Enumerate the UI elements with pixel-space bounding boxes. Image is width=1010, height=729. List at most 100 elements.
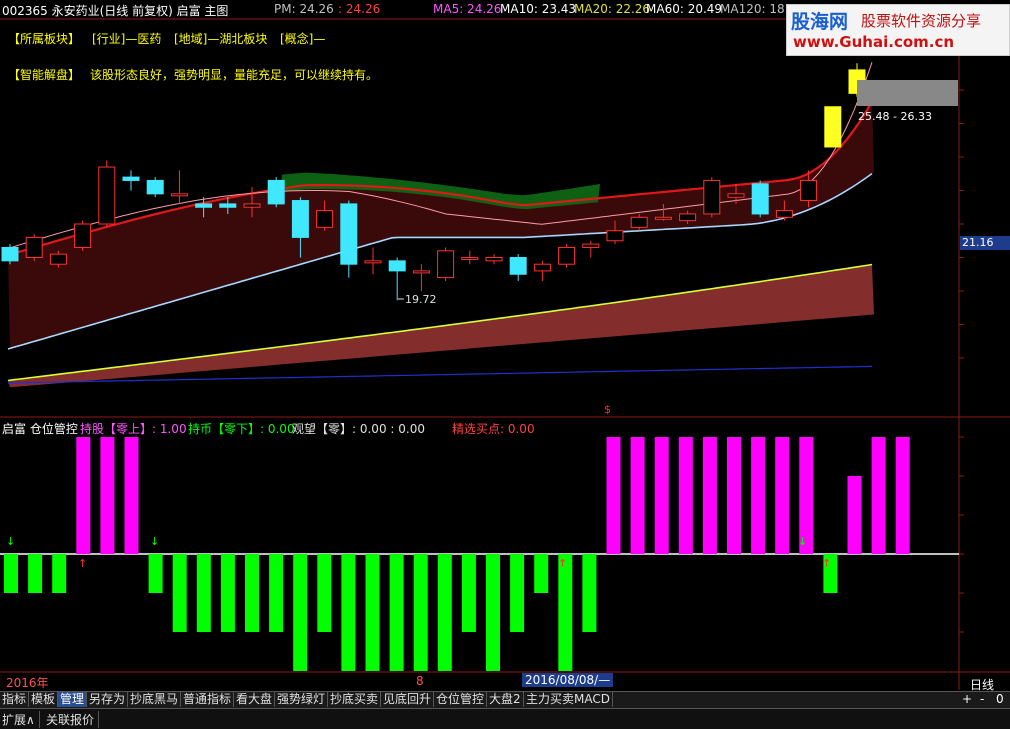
- indicator-bar: [461, 554, 476, 632]
- indicator-bar: [510, 554, 525, 632]
- indicator-bar: [317, 554, 332, 632]
- indicator-tab[interactable]: 抄底买卖: [328, 692, 382, 707]
- indicator-bar: [534, 554, 549, 593]
- candle-body: [412, 270, 430, 274]
- logo-brand: 股海网: [791, 11, 849, 33]
- indicator-tab[interactable]: 另存为: [87, 692, 129, 707]
- buy-point-label: 精选买点: 0.00: [452, 422, 535, 436]
- indicator-bar: [52, 554, 67, 593]
- candle-body: [582, 243, 600, 248]
- extension-bar: 扩展∧ 关联报价: [0, 708, 1010, 729]
- indicator-bar: [245, 554, 259, 632]
- indicator-tab[interactable]: 大盘2: [487, 692, 524, 707]
- indicator-tab[interactable]: 主力买卖MACD: [524, 692, 613, 707]
- candle-body: [437, 250, 455, 279]
- indicator-bar: [630, 437, 645, 554]
- candle-body: [679, 213, 697, 222]
- sector-label: 【所属板块】: [8, 32, 81, 46]
- concept-label[interactable]: [概念]—: [280, 30, 325, 47]
- indicator-bar: [124, 437, 139, 554]
- indicator-tab[interactable]: 管理: [58, 692, 88, 707]
- candle-body: [219, 203, 237, 208]
- low-price-label: 19.72: [405, 293, 437, 306]
- stock-title: 002365 永安药业(日线 前复权) 启富 主图: [2, 4, 229, 18]
- logo-slogan: 股票软件资源分享: [861, 12, 982, 30]
- coin-label: 持币【零下】: 0.00: [188, 422, 295, 436]
- timeline-date-cursor: 2016/08/08/—: [522, 673, 614, 687]
- candle-body: [654, 216, 672, 220]
- indicator-bar: [100, 437, 115, 554]
- b-signal-arrow-icon: ↑: [822, 557, 832, 570]
- indicator-bar: [582, 554, 597, 632]
- indicator-bar: [678, 437, 693, 554]
- pm-value: : 24.26: [338, 2, 381, 16]
- indicator-bar: [751, 437, 766, 554]
- zero-button[interactable]: 0: [996, 692, 1004, 706]
- candle-body: [1, 246, 19, 262]
- timeline-month: 8: [416, 674, 424, 688]
- candle-body: [703, 179, 721, 215]
- candle-body: [461, 257, 479, 260]
- tab-extend[interactable]: 扩展∧: [2, 711, 40, 728]
- candle-body: [146, 179, 164, 195]
- indicator-tab[interactable]: 指标: [0, 692, 30, 707]
- candle-body: [170, 193, 188, 197]
- indicator-bar: [269, 554, 284, 632]
- minus-button[interactable]: -: [980, 692, 984, 706]
- candle-body: [485, 257, 503, 262]
- candle-body: [606, 230, 624, 242]
- indicator-bar: [4, 554, 18, 593]
- price-range-box: [857, 80, 958, 106]
- indicator-bar: [389, 554, 404, 671]
- indicator-bar: [148, 554, 163, 593]
- candle-body: [316, 210, 334, 228]
- region-label[interactable]: [地域]—湖北板块: [174, 30, 267, 47]
- range-label: 25.48 - 26.33: [858, 110, 932, 123]
- s-signal-arrow-icon: ↓: [6, 535, 16, 548]
- indicator-bar: [28, 554, 43, 593]
- watch-label: 观望【零】: 0.00 : 0.00: [292, 422, 425, 436]
- indicator-tab[interactable]: 抄底黑马: [128, 692, 182, 707]
- indicator-bar: [437, 554, 452, 671]
- candle-body: [98, 166, 116, 225]
- indicator-tab[interactable]: 模板: [29, 692, 59, 707]
- b-signal-arrow-icon: ↑: [78, 557, 88, 570]
- guhai-logo: 股海网 股票软件资源分享 www.Guhai.com.cn: [786, 4, 1010, 56]
- candle-body: [509, 257, 527, 275]
- indicator-bar: [654, 437, 669, 554]
- indicator-tab-bar: 指标 模板 管理 另存为 抄底黑马 普通指标 看大盘 强势绿灯 抄底买卖 见底回升 仓位管控 大盘2 主…: [0, 691, 1010, 708]
- timeline-year: 2016年: [6, 676, 49, 690]
- candle-body: [25, 236, 43, 258]
- indicator-bar: [606, 437, 621, 554]
- candle-body: [800, 179, 818, 202]
- indicator-bar: [76, 437, 91, 554]
- candle-body: [243, 203, 261, 208]
- tab-related-quote[interactable]: 关联报价: [46, 711, 100, 728]
- indicator-tab[interactable]: 普通指标: [181, 692, 235, 707]
- candle-body: [727, 193, 745, 198]
- candle-body: [775, 210, 793, 218]
- indicator-bar: [847, 476, 862, 554]
- pm-label: PM: 24.26: [274, 2, 334, 16]
- candle-body: [340, 203, 358, 265]
- b-signal-arrow-icon: ↑: [558, 557, 568, 570]
- indicator-tab[interactable]: 仓位管控: [434, 692, 488, 707]
- indicator-bar: [196, 554, 211, 632]
- indicator-bar: [702, 437, 717, 554]
- s-signal-arrow-icon: ↓: [150, 535, 160, 548]
- indicator-tab[interactable]: 见底回升: [381, 692, 435, 707]
- candle-body: [558, 246, 576, 265]
- indicator-bar: [293, 554, 308, 671]
- plus-button[interactable]: +: [962, 692, 972, 706]
- hold-label: 持股【零上】: 1.00: [80, 422, 187, 436]
- candle-body: [388, 260, 406, 272]
- indicator-tab[interactable]: 强势绿灯: [275, 692, 329, 707]
- ma10-label: MA10: 23.43: [500, 2, 577, 16]
- s-signal-arrow-icon: ↓: [798, 535, 808, 548]
- candle-body: [364, 260, 382, 264]
- industry-label[interactable]: [行业]—医药: [92, 30, 161, 47]
- candle-body: [49, 253, 67, 265]
- indicator-name[interactable]: 启富 仓位管控: [2, 420, 78, 437]
- indicator-tab[interactable]: 看大盘: [234, 692, 276, 707]
- dollar-marker: $: [604, 403, 611, 416]
